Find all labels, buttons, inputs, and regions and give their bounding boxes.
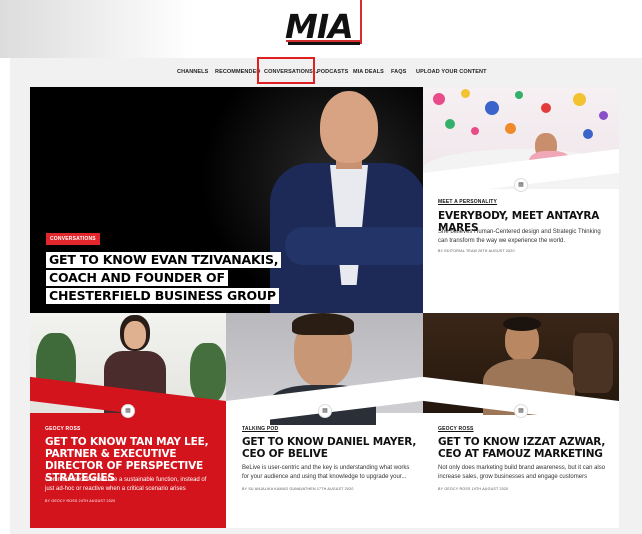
card-meta: BY SU ANJALIKA KAMUD GUNAVATHEN 17TH AUG… [242,487,354,491]
document-icon: ▦ [318,404,332,418]
card-excerpt: Communications should be a sustainable f… [45,477,207,492]
card-title[interactable]: GET TO KNOW IZZAT AZWAR, CEO AT FAMOUZ M… [438,436,614,460]
hero-title-line: GET TO KNOW EVAN TZIVANAKIS, [46,252,282,268]
card-meta: BY GEOCY ROSS 24TH AUGUST 2020 [45,499,116,503]
site-logo[interactable]: MIA [285,7,361,46]
document-icon: ▦ [514,178,528,192]
card-meta: BY EDITORIAL TEAM 26TH AUGUST 2020 [438,249,515,253]
nav-item-faqs[interactable]: FAQS [391,69,406,75]
card-category[interactable]: MEET A PERSONALITY [438,199,497,205]
card-excerpt: BeLive is user-centric and the key is un… [242,465,410,480]
nav-item-mia-deals[interactable]: MIA DEALS [353,69,384,75]
nav-item-upload-your-content[interactable]: UPLOAD YOUR CONTENT [416,69,487,75]
nav-item-channels[interactable]: CHANNELS [177,69,208,75]
card-category[interactable]: GEOCY ROSS [45,426,81,432]
main-nav: CHANNELS RECOMMENDED CONVERSATIONS ⌄ POD… [0,58,642,86]
article-card-izzat-azwar[interactable]: ▦ GEOCY ROSS GET TO KNOW IZZAT AZWAR, CE… [423,313,619,528]
card-excerpt: Not only does marketing build brand awar… [438,465,606,480]
article-card-tan-may-lee[interactable]: ▦ GEOCY ROSS GET TO KNOW TAN MAY LEE, PA… [30,313,226,528]
article-card-daniel-mayer[interactable]: ▦ TALKING POD GET TO KNOW DANIEL MAYER, … [226,313,423,528]
nav-item-podcasts[interactable]: PODCASTS [317,69,348,75]
hero-title-line: COACH AND FOUNDER OF [46,270,228,286]
document-icon: ▦ [121,404,135,418]
annotation-line-vertical [360,0,362,44]
annotation-line-horizontal [286,40,362,42]
hero-caption: CONVERSATIONS GET TO KNOW EVAN TZIVANAKI… [46,227,282,305]
nav-item-recommended[interactable]: RECOMMENDED [215,69,260,75]
card-category[interactable]: GEOCY ROSS [438,426,474,432]
card-meta: BY GEOCY ROSS 19TH AUGUST 2020 [438,487,509,491]
hero-title[interactable]: GET TO KNOW EVAN TZIVANAKIS, COACH AND F… [46,251,282,305]
article-card-antayra[interactable]: ▦ MEET A PERSONALITY EVERYBODY, MEET ANT… [423,87,619,313]
nav-highlight-box [257,57,315,84]
hero-card[interactable]: CONVERSATIONS GET TO KNOW EVAN TZIVANAKI… [30,87,423,313]
card-excerpt: She believes Human-Centered design and S… [438,229,601,244]
hero-title-line: CHESTERFIELD BUSINESS GROUP [46,288,279,304]
card-title[interactable]: GET TO KNOW DANIEL MAYER, CEO OF BELIVE [242,436,417,460]
document-icon: ▦ [514,404,528,418]
card-category[interactable]: TALKING POD [242,426,278,432]
hero-badge[interactable]: CONVERSATIONS [46,233,100,245]
